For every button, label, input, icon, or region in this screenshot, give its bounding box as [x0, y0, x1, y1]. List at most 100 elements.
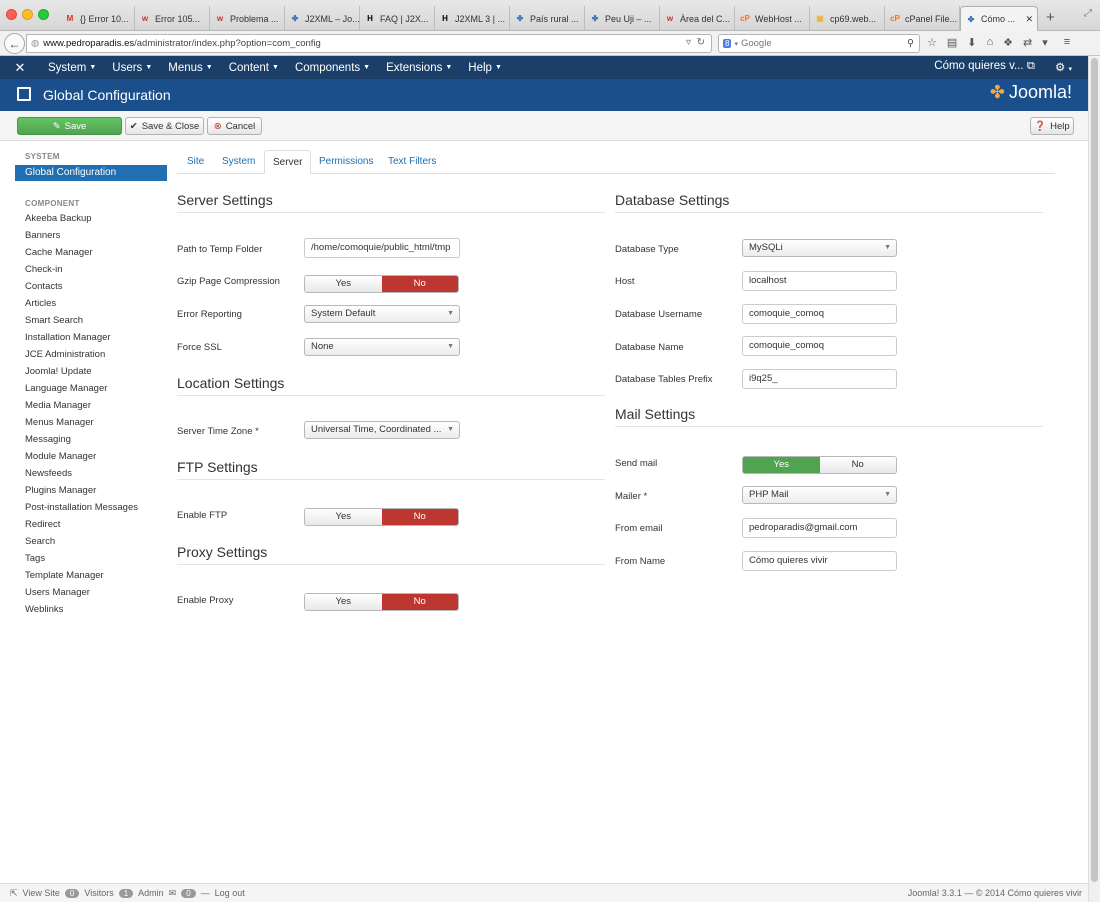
gzip-yes-option[interactable]: Yes	[305, 276, 382, 292]
sidebar-item[interactable]: Akeeba Backup	[15, 210, 167, 227]
gzip-no-option[interactable]: No	[381, 276, 458, 292]
sidebar-item[interactable]: Users Manager	[15, 584, 167, 601]
admin-menu-content[interactable]: Content ▼	[221, 62, 287, 74]
db-prefix-input[interactable]: i9q25_	[742, 369, 897, 389]
browser-tab[interactable]: cP cPanel File...	[885, 6, 960, 31]
gzip-toggle[interactable]: Yes No	[304, 275, 459, 293]
sidebar-item[interactable]: Joomla! Update	[15, 363, 167, 380]
admin-menu-users[interactable]: Users ▼	[104, 62, 160, 74]
sidebar-item[interactable]: Contacts	[15, 278, 167, 295]
host-input[interactable]: localhost	[742, 271, 897, 291]
admin-menu-components[interactable]: Components ▼	[287, 62, 378, 74]
tab-site[interactable]: Site	[179, 150, 212, 174]
reload-icon[interactable]: ↻	[697, 37, 705, 48]
sidebar-item[interactable]: Installation Manager	[15, 329, 167, 346]
zoom-window-button[interactable]	[38, 9, 49, 20]
tab-text-filters[interactable]: Text Filters	[380, 150, 444, 174]
save-button[interactable]: ✎ Save	[17, 117, 122, 135]
reading-list-icon[interactable]: ▤	[947, 36, 957, 49]
browser-tab[interactable]: ✤ Peu Uji – ...	[585, 6, 660, 31]
sidebar-item[interactable]: Banners	[15, 227, 167, 244]
help-button[interactable]: ❓ Help	[1030, 117, 1074, 135]
enable-proxy-toggle[interactable]: Yes No	[304, 593, 459, 611]
proxy-no-option[interactable]: No	[381, 594, 458, 610]
from-name-input[interactable]: Cómo quieres vivir	[742, 551, 897, 571]
tab-permissions[interactable]: Permissions	[311, 150, 381, 174]
admin-menu-system[interactable]: System ▼	[40, 62, 104, 74]
close-window-button[interactable]	[6, 9, 17, 20]
sidebar-item[interactable]: Template Manager	[15, 567, 167, 584]
proxy-yes-option[interactable]: Yes	[305, 594, 382, 610]
enable-ftp-toggle[interactable]: Yes No	[304, 508, 459, 526]
sidebar-item[interactable]: Redirect	[15, 516, 167, 533]
sidebar-item[interactable]: Search	[15, 533, 167, 550]
browser-tab[interactable]: ✤ País rural ...	[510, 6, 585, 31]
back-button[interactable]: ←	[4, 33, 25, 54]
fullscreen-icon[interactable]: ⤢	[1084, 8, 1092, 19]
scrollbar-thumb[interactable]	[1091, 58, 1098, 882]
bookmark-star-icon[interactable]: ☆	[927, 36, 937, 49]
mailer-select[interactable]: PHP Mail ▼	[742, 486, 897, 504]
temp-folder-input[interactable]: /home/comoquie/public_html/tmp	[304, 238, 460, 258]
admin-menu-extensions[interactable]: Extensions ▼	[378, 62, 460, 74]
menu-icon[interactable]: ≡	[1064, 36, 1070, 49]
view-site-link[interactable]: View Site	[23, 888, 60, 898]
db-name-input[interactable]: comoquie_comoq	[742, 336, 897, 356]
close-tab-icon[interactable]: ✕	[1025, 14, 1033, 25]
browser-tab[interactable]: ✤ Cómo ... ✕	[960, 6, 1038, 31]
db-username-input[interactable]: comoquie_comoq	[742, 304, 897, 324]
sidebar-item[interactable]: Tags	[15, 550, 167, 567]
error-reporting-select[interactable]: System Default ▼	[304, 305, 460, 323]
sidebar-item[interactable]: Cache Manager	[15, 244, 167, 261]
address-bar[interactable]: ◍ www.pedroparadis.es/administrator/inde…	[26, 34, 712, 53]
overflow-icon[interactable]: ▾	[1042, 36, 1048, 49]
browser-tab[interactable]: H J2XML 3 | ...	[435, 6, 510, 31]
sidebar-item[interactable]: Messaging	[15, 431, 167, 448]
sidebar-item[interactable]: Weblinks	[15, 601, 167, 618]
site-name-link[interactable]: Cómo quieres v... ⧉	[934, 60, 1035, 74]
sidebar-item-global-configuration[interactable]: Global Configuration	[15, 165, 167, 181]
send-mail-no-option[interactable]: No	[819, 457, 896, 473]
sidebar-item[interactable]: Articles	[15, 295, 167, 312]
browser-tab[interactable]: w Error 105...	[135, 6, 210, 31]
admin-menu-help[interactable]: Help ▼	[460, 62, 510, 74]
new-tab-button[interactable]: +	[1046, 9, 1055, 26]
browser-tab[interactable]: ▣ cp69.web...	[810, 6, 885, 31]
timezone-select[interactable]: Universal Time, Coordinated ... ▼	[304, 421, 460, 439]
browser-tab[interactable]: ✤ J2XML – Jo...	[285, 6, 360, 31]
ftp-yes-option[interactable]: Yes	[305, 509, 382, 525]
browser-tab[interactable]: w Problema ...	[210, 6, 285, 31]
save-close-button[interactable]: ✔ Save & Close	[125, 117, 204, 135]
joomla-logo-icon[interactable]: ✕	[0, 60, 40, 76]
sidebar-item[interactable]: Media Manager	[15, 397, 167, 414]
logout-link[interactable]: Log out	[215, 888, 245, 898]
ftp-no-option[interactable]: No	[381, 509, 458, 525]
db-type-select[interactable]: MySQLi ▼	[742, 239, 897, 257]
sidebar-item[interactable]: Newsfeeds	[15, 465, 167, 482]
sidebar-item[interactable]: Module Manager	[15, 448, 167, 465]
from-email-input[interactable]: pedroparadis@gmail.com	[742, 518, 897, 538]
send-mail-yes-option[interactable]: Yes	[743, 457, 820, 473]
sidebar-item[interactable]: Language Manager	[15, 380, 167, 397]
sidebar-item[interactable]: Smart Search	[15, 312, 167, 329]
home-icon[interactable]: ⌂	[987, 36, 994, 49]
admin-menu-menus[interactable]: Menus ▼	[160, 62, 220, 74]
page-scrollbar[interactable]	[1088, 56, 1100, 902]
sidebar-item[interactable]: Post-installation Messages	[15, 499, 167, 516]
dropdown-icon[interactable]: ▿	[686, 37, 691, 48]
cancel-button[interactable]: ⊗ Cancel	[207, 117, 262, 135]
send-mail-toggle[interactable]: Yes No	[742, 456, 897, 474]
sidebar-item[interactable]: Plugins Manager	[15, 482, 167, 499]
search-bar[interactable]: 8 ▾ Google ⚲	[718, 34, 920, 53]
sidebar-item[interactable]: Menus Manager	[15, 414, 167, 431]
browser-tab[interactable]: w Àrea del C...	[660, 6, 735, 31]
sidebar-item[interactable]: JCE Administration	[15, 346, 167, 363]
tab-system[interactable]: System	[214, 150, 263, 174]
browser-tab[interactable]: M {} Error 10...	[60, 6, 135, 31]
minimize-window-button[interactable]	[22, 9, 33, 20]
download-icon[interactable]: ⬇	[967, 36, 976, 49]
pocket-icon[interactable]: ⇄	[1023, 36, 1032, 49]
addon-icon[interactable]: ❖	[1003, 36, 1013, 49]
sidebar-item[interactable]: Check-in	[15, 261, 167, 278]
tab-server[interactable]: Server	[264, 150, 312, 174]
